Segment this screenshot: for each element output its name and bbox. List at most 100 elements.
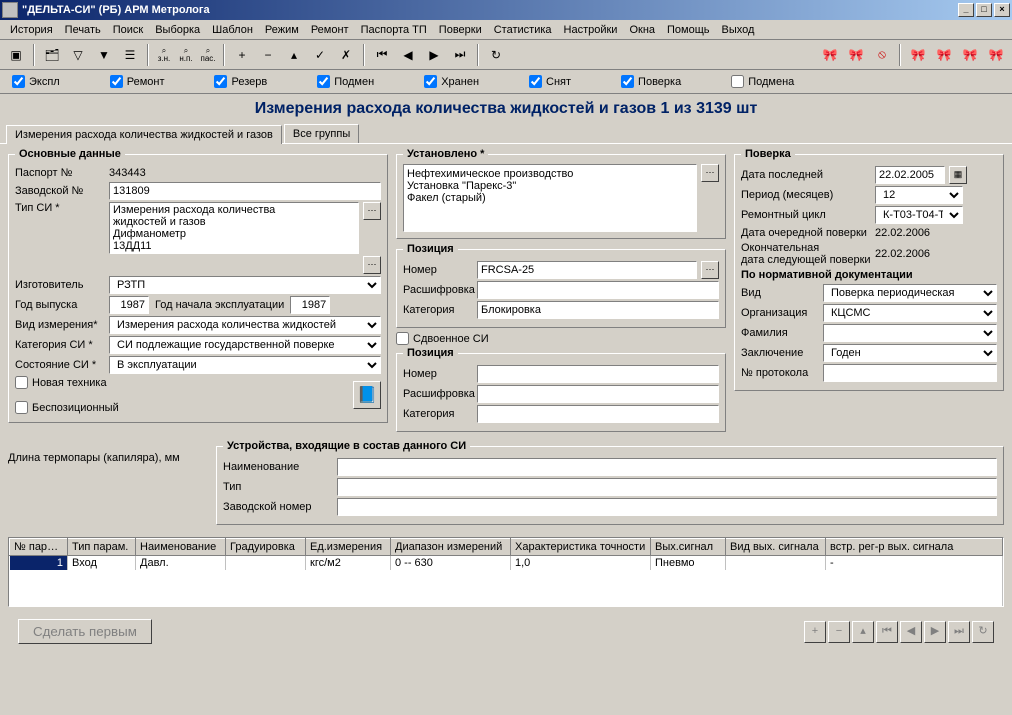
tb-refresh-icon[interactable]: ↻ bbox=[484, 43, 508, 67]
grid-cell-6[interactable]: 1,0 bbox=[511, 556, 651, 571]
tb-first-icon[interactable]: ⏮ bbox=[370, 43, 394, 67]
grid-cell-9[interactable]: - bbox=[826, 556, 1003, 571]
grid-cell-1[interactable]: Вход bbox=[68, 556, 136, 571]
pos2-rassh-input[interactable] bbox=[477, 385, 719, 403]
grid-cell-7[interactable]: Пневмо bbox=[651, 556, 726, 571]
grid-col-6[interactable]: Характеристика точности bbox=[511, 539, 651, 556]
pov-cal-icon[interactable]: ▦ bbox=[949, 166, 967, 184]
pos-browse-icon[interactable]: ⋯ bbox=[701, 261, 719, 279]
chk-besp[interactable]: Беспозиционный bbox=[15, 401, 119, 414]
grid-cell-4[interactable]: кгс/м2 bbox=[306, 556, 391, 571]
nav-refresh-icon[interactable]: ↻ bbox=[972, 621, 994, 643]
chk-podmena[interactable]: Подмена bbox=[731, 75, 794, 88]
menu-passports[interactable]: Паспорта ТП bbox=[355, 22, 433, 38]
god2-input[interactable] bbox=[290, 296, 330, 314]
sost-select[interactable]: В эксплуатации bbox=[109, 356, 381, 374]
tb-filter2-icon[interactable]: ▼ bbox=[92, 43, 116, 67]
chk-podmen[interactable]: Подмен bbox=[317, 75, 374, 88]
pos2-kat-input[interactable] bbox=[477, 405, 719, 423]
dev-tip-input[interactable] bbox=[337, 478, 997, 496]
tipsi-extra-icon[interactable]: ⋯ bbox=[363, 256, 381, 274]
tb-pas-icon[interactable]: ⌕пас. bbox=[198, 43, 218, 67]
menu-settings[interactable]: Настройки bbox=[558, 22, 624, 38]
tb-ribbon2-icon[interactable]: 🎀 bbox=[844, 43, 868, 67]
tb-list-icon[interactable]: ☰ bbox=[118, 43, 142, 67]
pos-rassh-input[interactable] bbox=[477, 281, 719, 299]
grid-cell-5[interactable]: 0 -- 630 bbox=[391, 556, 511, 571]
chk-novaya[interactable]: Новая техника bbox=[15, 376, 119, 389]
grid-col-1[interactable]: Тип парам. bbox=[68, 539, 136, 556]
menu-mode[interactable]: Режим bbox=[259, 22, 305, 38]
kat-select[interactable]: СИ подлежащие государственной поверке bbox=[109, 336, 381, 354]
book-icon[interactable]: 📘 bbox=[353, 381, 381, 409]
grid-cell-2[interactable]: Давл. bbox=[136, 556, 226, 571]
chk-dvoin[interactable]: Сдвоенное СИ bbox=[396, 332, 726, 345]
chk-remont[interactable]: Ремонт bbox=[110, 75, 165, 88]
tb-check-icon[interactable]: ✓ bbox=[308, 43, 332, 67]
tb-np-icon[interactable]: ⌕н.п. bbox=[176, 43, 196, 67]
pov-proto-input[interactable] bbox=[823, 364, 997, 382]
tb-card-icon[interactable]: 🗂 bbox=[40, 43, 64, 67]
menu-search[interactable]: Поиск bbox=[107, 22, 149, 38]
menu-template[interactable]: Шаблон bbox=[206, 22, 259, 38]
chk-ekspl[interactable]: Экспл bbox=[12, 75, 60, 88]
menu-print[interactable]: Печать bbox=[59, 22, 107, 38]
tb-stop-icon[interactable]: ⦸ bbox=[870, 43, 894, 67]
maximize-button[interactable]: □ bbox=[976, 3, 992, 17]
pov-cycle-select[interactable]: К-Т03-Т04-Т03-К bbox=[875, 206, 963, 224]
grid-col-4[interactable]: Ед.измерения bbox=[306, 539, 391, 556]
chk-rezerv[interactable]: Резерв bbox=[214, 75, 267, 88]
tipsi-browse-icon[interactable]: ⋯ bbox=[363, 202, 381, 220]
tb-doc-icon[interactable]: ▣ bbox=[4, 43, 28, 67]
grid-col-8[interactable]: Вид вых. сигнала bbox=[726, 539, 826, 556]
pov-zakl-select[interactable]: Годен bbox=[823, 344, 997, 362]
nav-plus-icon[interactable]: + bbox=[804, 621, 826, 643]
pos-kat-input[interactable] bbox=[477, 301, 719, 319]
params-grid[interactable]: № парам. Тип парам. Наименование Градуир… bbox=[8, 537, 1004, 607]
installed-browse-icon[interactable]: ⋯ bbox=[701, 164, 719, 182]
pos2-nomer-input[interactable] bbox=[477, 365, 719, 383]
menu-windows[interactable]: Окна bbox=[623, 22, 661, 38]
nav-first-icon[interactable]: ⏮ bbox=[876, 621, 898, 643]
tb-ribbon5-icon[interactable]: 🎀 bbox=[958, 43, 982, 67]
tb-zn-icon[interactable]: ⌕з.н. bbox=[154, 43, 174, 67]
nav-next-icon[interactable]: ▶ bbox=[924, 621, 946, 643]
menu-exit[interactable]: Выход bbox=[716, 22, 761, 38]
grid-col-3[interactable]: Градуировка bbox=[226, 539, 306, 556]
tb-filter-icon[interactable]: ▽ bbox=[66, 43, 90, 67]
minimize-button[interactable]: _ bbox=[958, 3, 974, 17]
vid-select[interactable]: Измерения расхода количества жидкостей bbox=[109, 316, 381, 334]
nav-last-icon[interactable]: ⏭ bbox=[948, 621, 970, 643]
pov-last-input[interactable] bbox=[875, 166, 945, 184]
tb-last-icon[interactable]: ⏭ bbox=[448, 43, 472, 67]
tb-next-icon[interactable]: ▶ bbox=[422, 43, 446, 67]
tb-ribbon1-icon[interactable]: 🎀 bbox=[818, 43, 842, 67]
tb-up-icon[interactable]: ▴ bbox=[282, 43, 306, 67]
nav-up-icon[interactable]: ▴ bbox=[852, 621, 874, 643]
tb-ribbon3-icon[interactable]: 🎀 bbox=[906, 43, 930, 67]
grid-col-7[interactable]: Вых.сигнал bbox=[651, 539, 726, 556]
pov-fam-select[interactable] bbox=[823, 324, 997, 342]
menu-repair[interactable]: Ремонт bbox=[305, 22, 355, 38]
close-button[interactable]: × bbox=[994, 3, 1010, 17]
tb-minus-icon[interactable]: − bbox=[256, 43, 280, 67]
menu-selection[interactable]: Выборка bbox=[149, 22, 206, 38]
grid-col-5[interactable]: Диапазон измерений bbox=[391, 539, 511, 556]
zavod-input[interactable] bbox=[109, 182, 381, 200]
grid-col-2[interactable]: Наименование bbox=[136, 539, 226, 556]
tb-ribbon6-icon[interactable]: 🎀 bbox=[984, 43, 1008, 67]
tb-ribbon4-icon[interactable]: 🎀 bbox=[932, 43, 956, 67]
pos-nomer-input[interactable] bbox=[477, 261, 697, 279]
menu-statistics[interactable]: Статистика bbox=[488, 22, 558, 38]
make-first-button[interactable]: Сделать первым bbox=[18, 619, 152, 644]
grid-col-0[interactable]: № парам. bbox=[10, 539, 68, 556]
grid-cell-8[interactable] bbox=[726, 556, 826, 571]
tb-plus-icon[interactable]: + bbox=[230, 43, 254, 67]
pov-period-select[interactable]: 12 bbox=[875, 186, 963, 204]
dev-zav-input[interactable] bbox=[337, 498, 997, 516]
nav-prev-icon[interactable]: ◀ bbox=[900, 621, 922, 643]
tab-allgroups[interactable]: Все группы bbox=[284, 124, 359, 143]
menu-verifications[interactable]: Поверки bbox=[433, 22, 488, 38]
grid-cell-3[interactable] bbox=[226, 556, 306, 571]
god-input[interactable] bbox=[109, 296, 149, 314]
